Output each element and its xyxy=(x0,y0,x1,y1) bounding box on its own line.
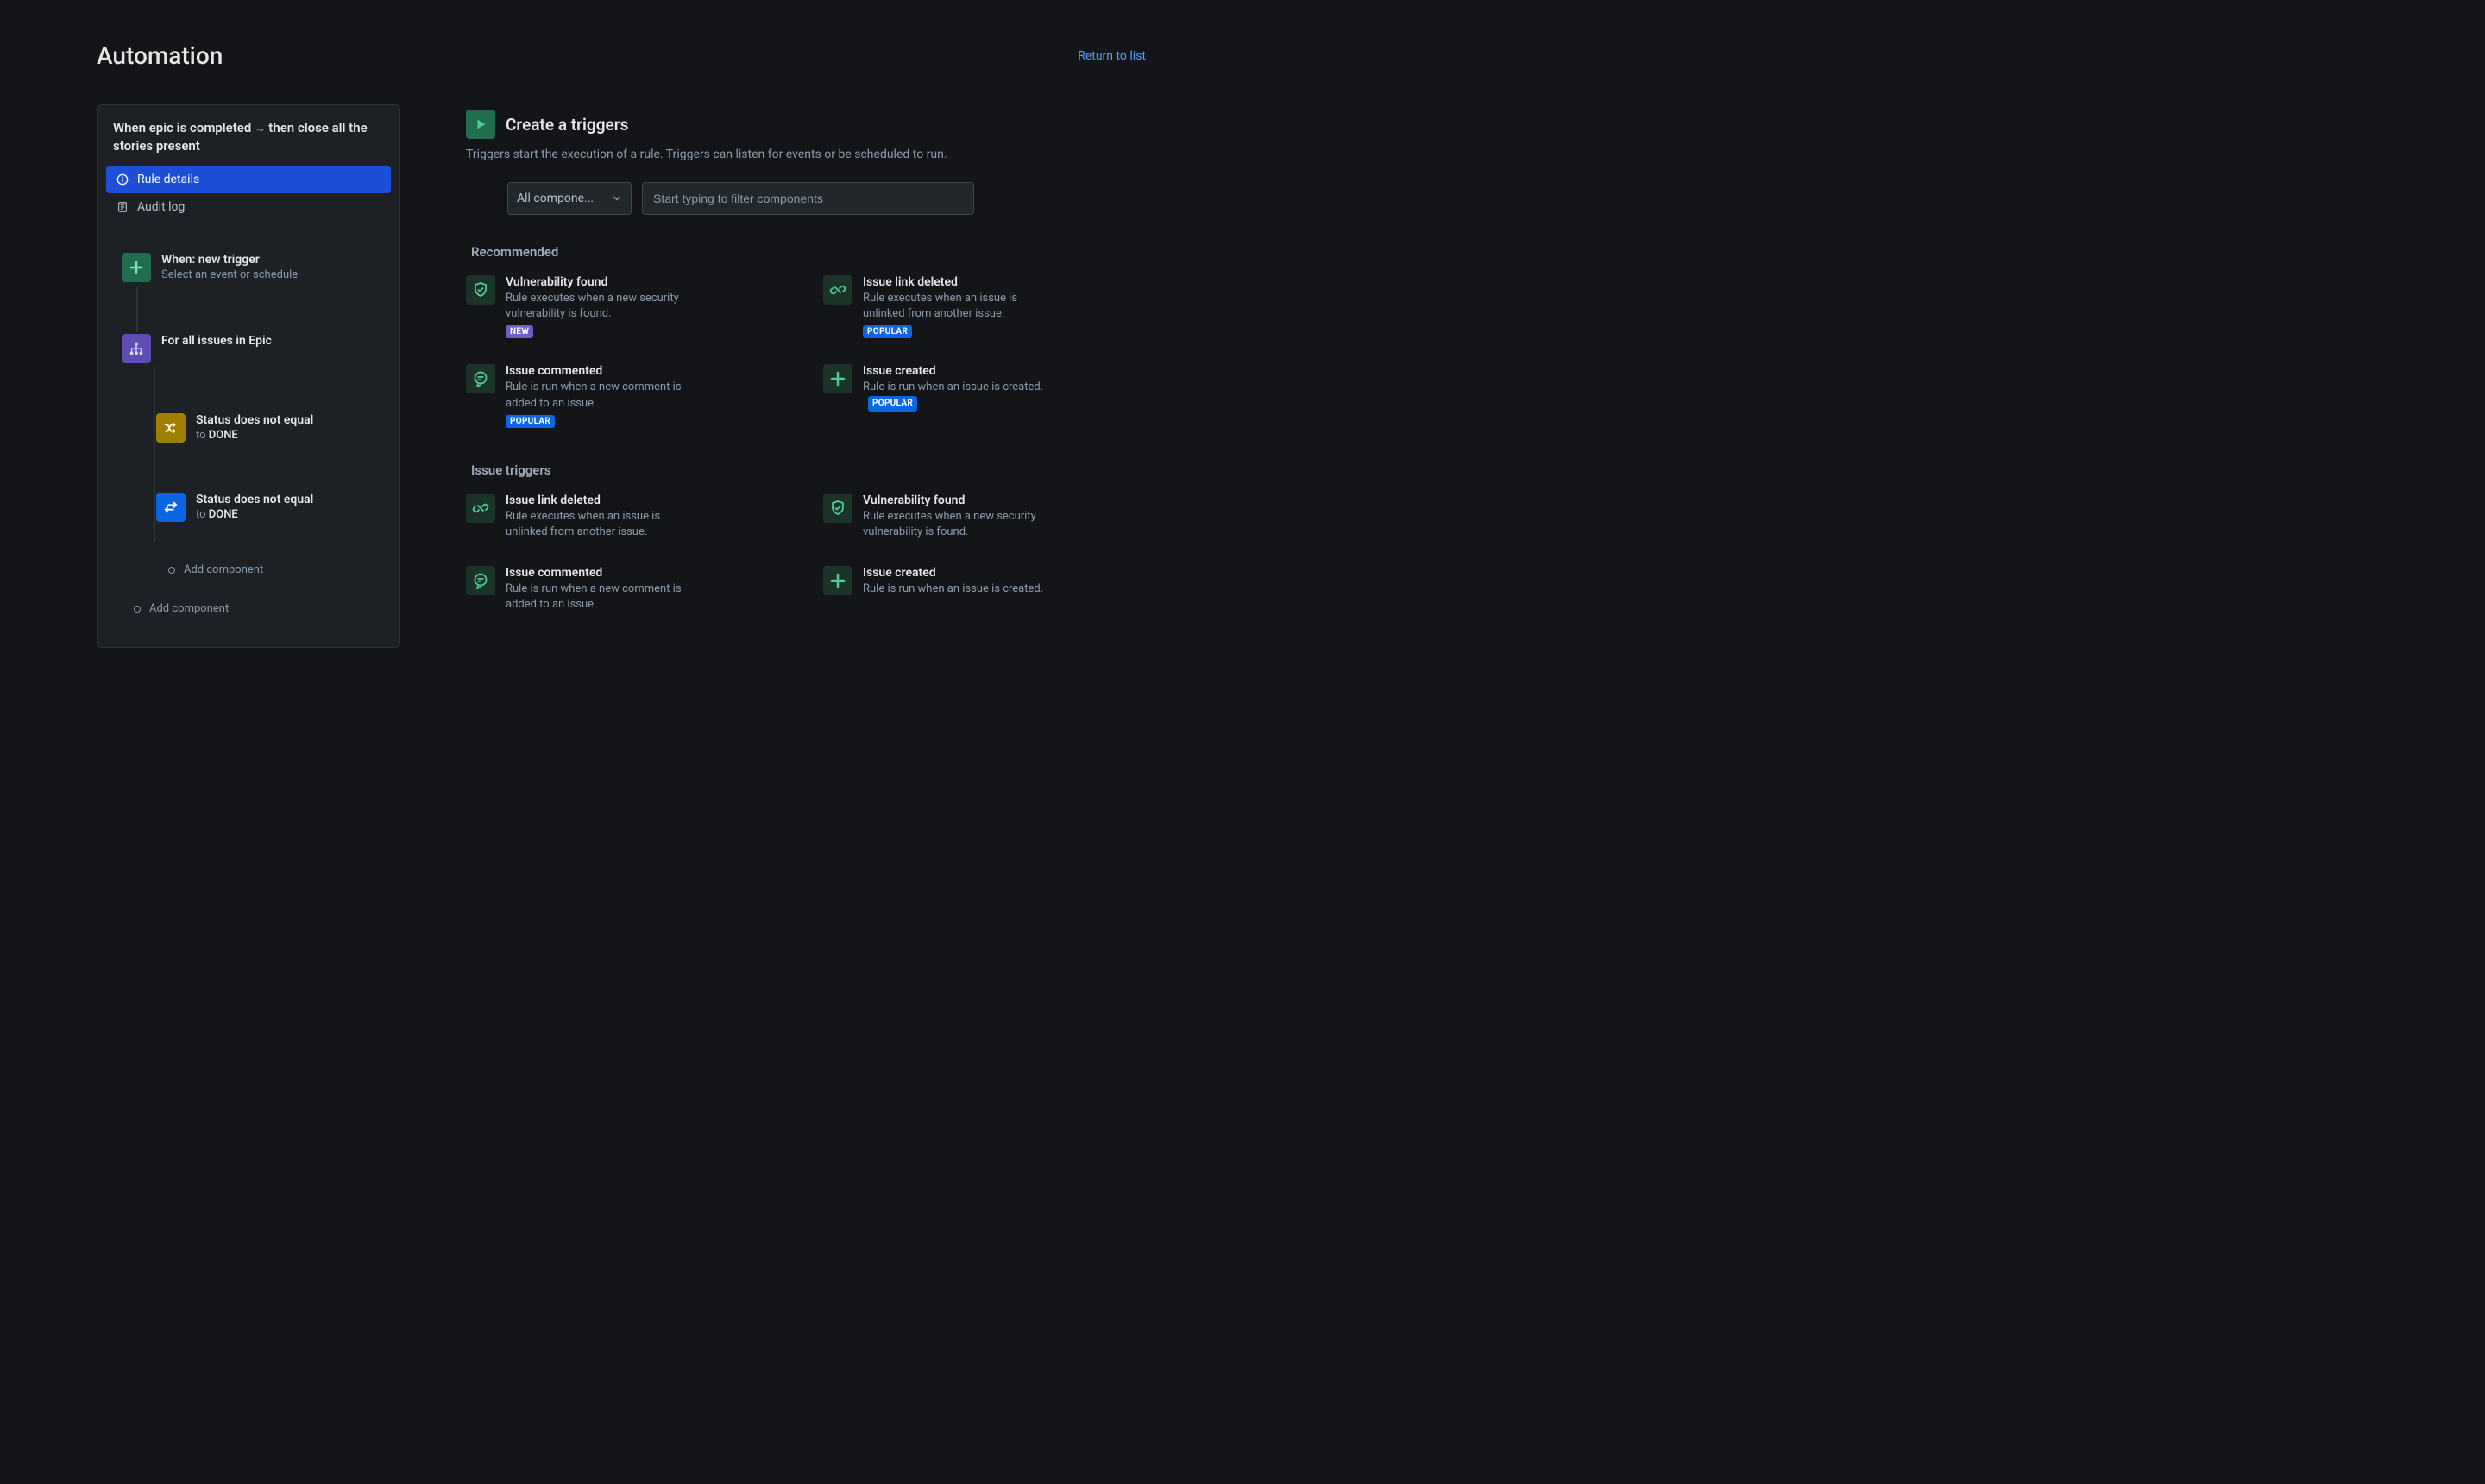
action-node[interactable]: Status does not equal to DONE xyxy=(156,489,393,525)
trigger-node[interactable]: When: new trigger Select an event or sch… xyxy=(122,249,393,286)
main-panel: Create a triggers Triggers start the exe… xyxy=(466,104,1146,648)
plus-icon xyxy=(823,364,852,393)
trigger-title: Issue commented xyxy=(506,364,695,378)
trigger-title: Issue commented xyxy=(506,566,695,580)
main-subtitle: Triggers start the execution of a rule. … xyxy=(466,148,1146,161)
trigger-title: Issue link deleted xyxy=(506,494,695,507)
branch-icon xyxy=(122,334,151,363)
trigger-desc: Rule is run when a new comment is added … xyxy=(506,582,695,613)
node-sub: Select an event or schedule xyxy=(161,268,298,281)
component-filter-input[interactable] xyxy=(642,182,974,215)
return-to-list-link[interactable]: Return to list xyxy=(1078,49,1146,63)
trigger-desc: Rule is run when a new comment is added … xyxy=(506,380,695,411)
node-title: Status does not equal xyxy=(196,493,313,506)
unlink-icon xyxy=(823,275,852,305)
popular-badge: POPULAR xyxy=(868,396,917,412)
trigger-issue-link-deleted[interactable]: Issue link deleted Rule executes when an… xyxy=(823,275,1146,338)
trigger-issue-commented[interactable]: Issue commented Rule is run when a new c… xyxy=(466,364,789,427)
log-icon xyxy=(116,201,129,213)
trigger-title: Issue created xyxy=(863,566,1043,580)
trigger-vulnerability-found[interactable]: Vulnerability found Rule executes when a… xyxy=(466,275,789,338)
popular-badge: POPULAR xyxy=(506,415,555,428)
info-icon xyxy=(116,173,129,186)
section-recommended: Recommended xyxy=(471,244,1146,260)
page-title: Automation xyxy=(97,41,223,70)
add-component-label: Add component xyxy=(184,563,263,576)
node-sub: to DONE xyxy=(196,508,313,521)
plus-icon xyxy=(823,566,852,595)
add-component-label: Add component xyxy=(149,602,229,615)
shield-icon xyxy=(466,275,495,305)
comment-icon xyxy=(466,566,495,595)
trigger-desc: Rule executes when an issue is unlinked … xyxy=(506,509,695,540)
trigger-title: Vulnerability found xyxy=(863,494,1053,507)
unlink-icon xyxy=(466,494,495,523)
add-component-button[interactable]: Add component xyxy=(122,602,393,615)
popular-badge: POPULAR xyxy=(863,325,912,338)
trigger-issue-created[interactable]: Issue created Rule is run when an issue … xyxy=(823,566,1146,613)
play-icon xyxy=(466,110,495,139)
trigger-desc: Rule executes when an issue is unlinked … xyxy=(863,291,1053,322)
tree-connector xyxy=(136,287,138,332)
plus-icon xyxy=(122,253,151,282)
select-value: All compone... xyxy=(517,192,594,205)
shuffle-icon xyxy=(156,413,186,443)
node-title: Status does not equal xyxy=(196,413,313,427)
comment-icon xyxy=(466,364,495,393)
rule-sidebar: When epic is completed → then close all … xyxy=(97,104,400,648)
add-component-button[interactable]: Add component xyxy=(156,563,393,576)
trigger-desc: Rule is run when an issue is created. xyxy=(863,582,1043,597)
tree-connector xyxy=(154,367,155,542)
condition-node[interactable]: Status does not equal to DONE xyxy=(156,410,393,446)
trigger-desc: Rule is run when an issue is created. PO… xyxy=(863,380,1053,411)
rule-when-text: When epic is completed xyxy=(113,120,251,135)
trigger-vulnerability-found[interactable]: Vulnerability found Rule executes when a… xyxy=(823,494,1146,540)
new-badge: NEW xyxy=(506,325,533,338)
component-filter-select[interactable]: All compone... xyxy=(507,182,632,215)
trigger-title: Vulnerability found xyxy=(506,275,695,289)
nav-rule-details[interactable]: Rule details xyxy=(106,166,391,193)
nav-audit-log[interactable]: Audit log xyxy=(106,193,391,221)
rule-name: When epic is completed → then close all … xyxy=(104,117,393,166)
node-title: When: new trigger xyxy=(161,253,298,267)
nav-label: Audit log xyxy=(137,200,185,214)
main-title: Create a triggers xyxy=(506,115,628,135)
transition-icon xyxy=(156,493,186,522)
shield-icon xyxy=(823,494,852,523)
node-title: For all issues in Epic xyxy=(161,334,272,348)
trigger-title: Issue created xyxy=(863,364,1053,378)
circle-icon xyxy=(168,567,175,574)
trigger-issue-commented[interactable]: Issue commented Rule is run when a new c… xyxy=(466,566,789,613)
trigger-issue-created[interactable]: Issue created Rule is run when an issue … xyxy=(823,364,1146,427)
node-sub: to DONE xyxy=(196,429,313,442)
trigger-issue-link-deleted[interactable]: Issue link deleted Rule executes when an… xyxy=(466,494,789,540)
chevron-down-icon xyxy=(612,193,622,204)
section-issue-triggers: Issue triggers xyxy=(471,462,1146,478)
trigger-desc: Rule executes when a new security vulner… xyxy=(863,509,1053,540)
branch-node[interactable]: For all issues in Epic xyxy=(122,330,393,367)
trigger-title: Issue link deleted xyxy=(863,275,1053,289)
circle-icon xyxy=(134,606,141,613)
arrow-right-icon: → xyxy=(255,123,268,135)
trigger-desc: Rule executes when a new security vulner… xyxy=(506,291,695,322)
nav-label: Rule details xyxy=(137,173,199,186)
